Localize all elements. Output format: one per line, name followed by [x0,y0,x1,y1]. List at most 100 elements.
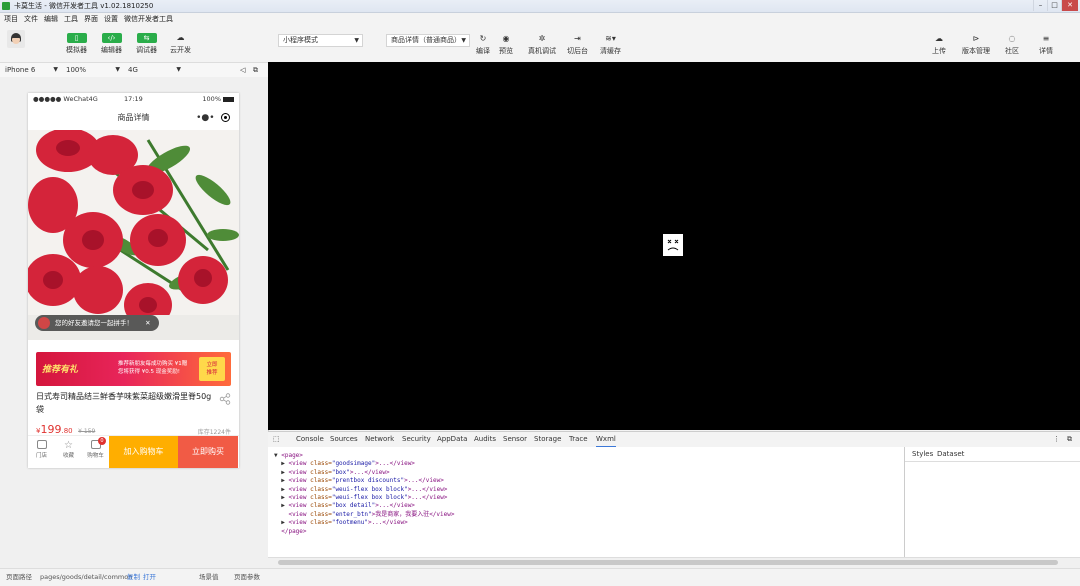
tab-console[interactable]: Console [296,432,324,447]
upload-button[interactable]: ☁ 上传 [932,34,946,56]
wxml-toggle[interactable]: ▶ [274,469,288,476]
tab-storage[interactable]: Storage [534,432,561,447]
compile-mode-select[interactable]: 商品详情（普通商品） ▼ [386,34,470,47]
clear-cache-label: 清缓存 [600,47,621,55]
tab-styles[interactable]: Styles [912,447,933,461]
device-model: iPhone 6 [5,66,36,74]
simulator-button[interactable]: ▯ 模拟器 [66,33,87,55]
wxml-content: >...</view> [367,519,408,527]
wxml-attr-name: class= [310,468,332,476]
friend-avatar [38,317,50,329]
wxml-content: >...</view> [375,460,415,468]
wxml-line[interactable]: ▶ <view class="weui-flex box block">...<… [268,494,904,502]
wxml-line[interactable]: <view class="enter_btn">我是商家，我要入驻</view> [268,511,904,519]
version-button[interactable]: ⊳ 版本管理 [962,34,990,56]
wxml-line[interactable]: ▶ <view class="footmenu">...</view> [268,519,904,527]
favorite-button[interactable]: ☆ 收藏 [55,436,82,468]
page-params[interactable]: 页面参数 [234,569,260,586]
wxml-toggle[interactable]: ▶ [274,519,288,526]
minimize-button[interactable]: – [1033,0,1047,11]
menu-settings[interactable]: 设置 [104,13,118,25]
details-button[interactable]: ≡ 详情 [1039,34,1053,56]
original-price: ¥ 159 [78,428,96,435]
upload-label: 上传 [932,47,946,55]
more-icon[interactable]: •●• [196,113,214,123]
phone-navbar: 商品详情 •●• [28,106,239,131]
store-button[interactable]: 门店 [28,436,55,468]
tab-wxml[interactable]: Wxml [596,432,616,448]
wxml-toggle[interactable]: ▶ [274,460,288,467]
wxml-line[interactable]: ▶ <view class="prentbox discounts">...</… [268,477,904,485]
wxml-toggle[interactable]: ▶ [274,494,288,501]
wxml-line[interactable]: ▶ <view class="weui-flex box block">...<… [268,486,904,494]
wxml-content: >...</view> [407,485,448,493]
share-icon[interactable] [219,393,231,405]
tab-sensor[interactable]: Sensor [503,432,527,447]
wxml-line[interactable]: ▼ <page> [268,452,904,460]
compile-mode-value: 商品详情（普通商品） [391,36,461,44]
user-avatar[interactable] [7,30,25,48]
copy-link[interactable]: 复制 [127,569,140,586]
cloud-button[interactable]: ☁ 云开发 [170,33,191,55]
styles-tabbar: Styles Dataset [905,447,1080,462]
wxml-line[interactable]: ▶ <view class="box detail">...</view> [268,502,904,510]
remote-debug-button[interactable]: ✲ 真机调试 [528,34,556,56]
preview-panel [268,62,1080,430]
wxml-toggle[interactable]: ▶ [274,486,288,493]
tab-audits[interactable]: Audits [474,432,496,447]
maximize-button[interactable]: □ [1047,0,1061,11]
menu-tools[interactable]: 工具 [64,13,78,25]
wxml-toggle[interactable]: ▶ [274,502,288,509]
preview-button[interactable]: ◉ 预览 [499,34,513,56]
menu-project[interactable]: 项目 [4,13,18,25]
close-button[interactable]: ✕ [1061,0,1078,11]
phone-screen: ●●●●● WeChat4G 17:19 100% 商品详情 •●• 您的好友邀… [28,93,239,468]
tab-appdata[interactable]: AppData [437,432,467,447]
capsule-menu[interactable]: •●• [193,110,233,125]
inspect-icon[interactable]: ⬚ [273,432,280,447]
dock-icon[interactable]: ⧉ [1067,432,1072,447]
product-image[interactable]: 您的好友邀请您一起拼手！ ✕ [28,130,239,340]
wxml-line[interactable]: ▶ <view class="box">...</view> [268,469,904,477]
referral-banner[interactable]: 推荐有礼 推荐新朋友每成功购买 ¥1赠 您将获得 ¥0.5 现金奖励! 立即 推… [36,352,231,386]
menu-devtools[interactable]: 微信开发者工具 [124,13,173,25]
wxml-toggle[interactable]: ▶ [274,477,288,484]
scrollbar-thumb[interactable] [278,560,1058,565]
detach-icon[interactable]: ⧉ [253,63,258,77]
close-mini-icon[interactable] [220,113,230,122]
open-link[interactable]: 打开 [143,569,156,586]
horizontal-scrollbar[interactable] [268,557,1080,568]
close-icon[interactable]: ✕ [145,319,150,327]
device-bar: iPhone 6 ▼ 100% ▼ 4G ▼ ◁ ⧉ [0,62,268,78]
device-select[interactable]: iPhone 6 ▼ [5,63,58,77]
mute-icon[interactable]: ◁ [240,63,245,77]
network-select[interactable]: 4G ▼ [128,63,181,77]
tab-sources[interactable]: Sources [330,432,358,447]
tab-dataset[interactable]: Dataset [937,447,964,461]
invite-toast[interactable]: 您的好友邀请您一起拼手！ ✕ [35,315,159,331]
recommend-button[interactable]: 立即 推荐 [199,357,225,381]
zoom-select[interactable]: 100% ▼ [66,63,120,77]
clear-cache-button[interactable]: ≋▾ 清缓存 [600,34,621,56]
tab-trace[interactable]: Trace [569,432,588,447]
menu-file[interactable]: 文件 [24,13,38,25]
mode-select[interactable]: 小程序模式 ▼ [278,34,363,47]
add-to-cart-button[interactable]: 加入购物车 [109,436,178,468]
menu-edit[interactable]: 编辑 [44,13,58,25]
wxml-line[interactable]: ▶ <view class="goodsimage">...</view> [268,460,904,468]
cart-button[interactable]: 购物车 0 [82,436,109,468]
menu-interface[interactable]: 界面 [84,13,98,25]
background-button[interactable]: ⇥ 切后台 [567,34,588,56]
community-button[interactable]: ◌ 社区 [1005,34,1019,56]
editor-button[interactable]: ‹/› 编辑器 [101,33,122,55]
buy-now-button[interactable]: 立即购买 [178,436,238,468]
more-options-icon[interactable]: ⋮ [1053,432,1060,447]
scene-value[interactable]: 场景值 [199,569,219,586]
wxml-line[interactable]: </page> [268,528,904,536]
compile-button[interactable]: ↻ 编译 [476,34,490,56]
battery-status: 100% [202,93,234,106]
debugger-button[interactable]: ⇆ 调试器 [136,33,157,55]
tab-network[interactable]: Network [365,432,394,447]
wxml-toggle[interactable] [274,511,288,518]
tab-security[interactable]: Security [402,432,431,447]
